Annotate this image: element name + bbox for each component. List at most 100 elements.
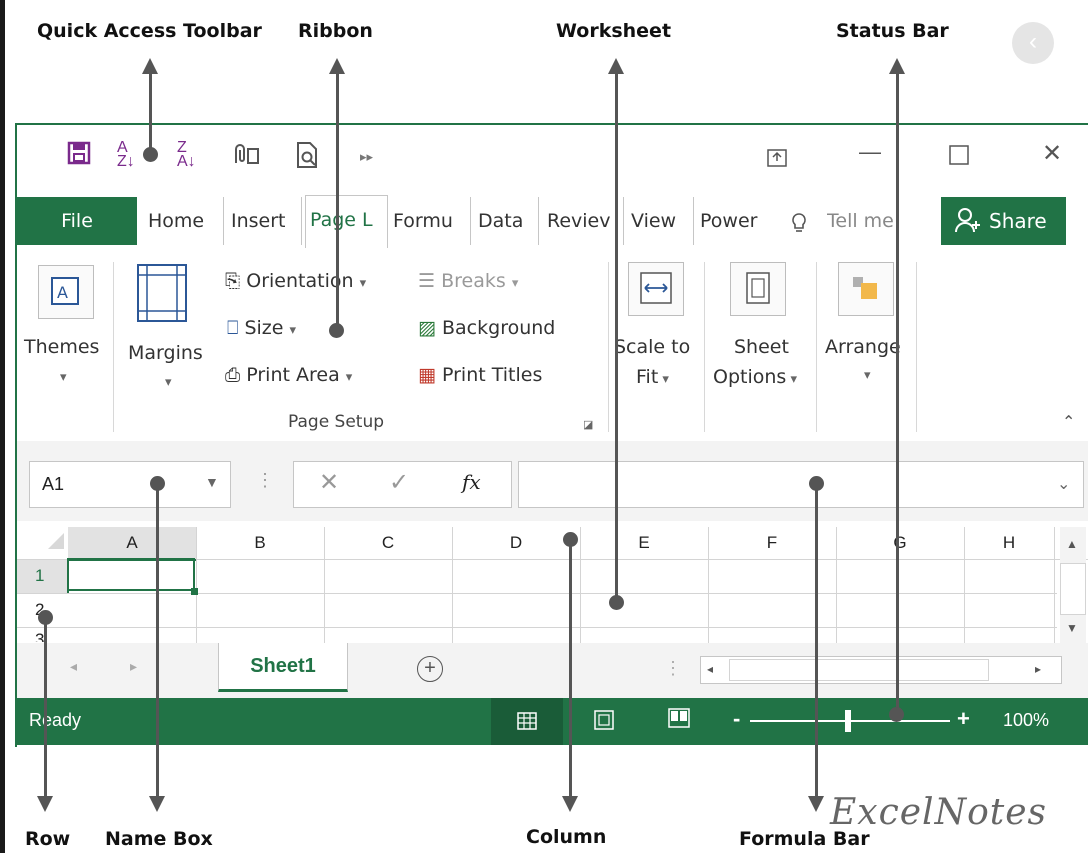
size-label: Size	[244, 317, 284, 339]
row-header[interactable]: 1	[35, 566, 44, 586]
zoom-out-button[interactable]: -	[733, 706, 740, 732]
themes-dropdown-icon[interactable]: ▾	[60, 370, 67, 385]
tab-split-grip-icon[interactable]: ⋮	[664, 658, 682, 679]
print-titles-button[interactable]: ▦ Print Titles	[418, 364, 542, 386]
page-setup-launcher-icon[interactable]: ◪	[583, 418, 593, 431]
page-break-view-icon[interactable]	[668, 708, 690, 733]
enter-icon[interactable]: ✓	[389, 468, 409, 497]
print-area-icon: ⎙	[225, 364, 241, 386]
insert-function-icon[interactable]: fx	[462, 470, 481, 494]
tab-insert[interactable]: Insert	[231, 197, 302, 245]
scroll-down-icon[interactable]: ▼	[1066, 621, 1078, 635]
lightbulb-icon	[791, 197, 811, 245]
tab-review[interactable]: Reviev	[547, 197, 624, 245]
save-icon[interactable]	[67, 141, 91, 171]
tab-page-layout[interactable]: Page L	[305, 195, 388, 248]
select-all-icon[interactable]	[48, 533, 64, 549]
fill-handle[interactable]	[191, 588, 198, 595]
page-layout-view-icon[interactable]	[594, 710, 614, 735]
sort-descending-icon[interactable]: Z A↓	[177, 140, 196, 170]
label-status-bar: Status Bar	[836, 20, 949, 42]
scroll-right-icon[interactable]: ▸	[1035, 662, 1041, 676]
column-header[interactable]: C	[324, 533, 452, 553]
column-divider	[1054, 527, 1055, 643]
tab-home[interactable]: Home	[148, 197, 224, 245]
minimize-icon[interactable]: —	[859, 139, 881, 165]
left-edge-bar	[0, 0, 5, 853]
background-icon: ▨	[418, 317, 436, 339]
group-separator	[704, 262, 705, 432]
sort-ascending-icon[interactable]: A Z↓	[117, 140, 135, 170]
label-quick-access-toolbar: Quick Access Toolbar	[37, 20, 262, 42]
column-header[interactable]: G	[836, 533, 964, 553]
column-header[interactable]: H	[964, 533, 1054, 553]
ribbon-display-options-icon[interactable]	[767, 147, 787, 173]
row-divider	[17, 593, 1057, 594]
size-icon: ⎕	[227, 317, 239, 339]
zoom-in-button[interactable]: +	[957, 706, 970, 732]
scroll-thumb[interactable]	[1060, 563, 1086, 615]
arrange-icon[interactable]	[838, 262, 894, 316]
arrow-head-down	[149, 796, 165, 812]
sheet-options-button[interactable]: Sheet	[734, 336, 789, 358]
margins-icon[interactable]	[132, 263, 194, 330]
zoom-slider-thumb[interactable]	[845, 710, 851, 732]
active-cell-a1[interactable]	[67, 558, 195, 591]
arrange-dropdown-icon[interactable]: ▾	[864, 368, 871, 383]
expand-formula-bar-icon[interactable]: ⌄	[1057, 474, 1070, 494]
scale-to-fit-icon[interactable]	[628, 262, 684, 316]
size-button[interactable]: ⎕ Size ▾	[227, 317, 296, 339]
arrow-line	[896, 72, 899, 714]
name-box-dropdown-icon[interactable]: ▼	[205, 474, 219, 490]
horizontal-scrollbar[interactable]: ◂ ▸	[700, 656, 1062, 684]
back-circle-icon[interactable]: ‹	[1012, 22, 1054, 64]
tab-formulas[interactable]: Formu	[393, 197, 471, 245]
margins-button[interactable]: Margins	[128, 342, 203, 364]
cancel-icon[interactable]: ✕	[319, 468, 339, 497]
column-header[interactable]: D	[452, 533, 580, 553]
column-header[interactable]: B	[196, 533, 324, 553]
next-sheet-icon[interactable]: ▸	[130, 658, 137, 675]
column-divider	[196, 527, 197, 643]
zoom-level[interactable]: 100%	[1003, 710, 1049, 731]
attach-icon[interactable]	[232, 141, 262, 175]
options-label[interactable]: Options ▾	[713, 366, 797, 388]
vertical-scrollbar[interactable]: ▲ ▼	[1060, 527, 1086, 643]
print-preview-icon[interactable]	[295, 141, 321, 175]
tab-view[interactable]: View	[631, 197, 694, 245]
arrange-button[interactable]: Arrange	[825, 336, 901, 358]
print-area-button[interactable]: ⎙ Print Area ▾	[225, 364, 352, 386]
more-commands-icon[interactable]: ▸▸	[360, 149, 373, 165]
fit-label[interactable]: Fit ▾	[636, 366, 669, 388]
themes-button[interactable]: Themes	[24, 336, 99, 358]
themes-icon[interactable]: A	[38, 265, 94, 319]
formula-input[interactable]: ⌄	[518, 461, 1084, 508]
tab-data[interactable]: Data	[478, 197, 539, 245]
tab-file[interactable]: File	[17, 197, 137, 245]
name-box[interactable]: A1 ▼	[29, 461, 231, 508]
column-header[interactable]: A	[68, 533, 196, 553]
margins-dropdown-icon[interactable]: ▾	[165, 375, 172, 390]
scroll-left-icon[interactable]: ◂	[707, 662, 713, 676]
sheet-options-icon[interactable]	[730, 262, 786, 316]
orientation-button[interactable]: ⎘ Orientation ▾	[225, 270, 366, 292]
group-separator	[916, 262, 917, 432]
arrow-line	[615, 72, 618, 602]
collapse-ribbon-icon[interactable]: ⌃	[1062, 412, 1075, 431]
column-header[interactable]: E	[580, 533, 708, 553]
new-sheet-icon[interactable]: +	[417, 656, 443, 682]
normal-view-button[interactable]	[491, 698, 563, 745]
tell-me-search[interactable]: Tell me	[827, 197, 907, 245]
maximize-icon[interactable]	[949, 145, 969, 171]
prev-sheet-icon[interactable]: ◂	[70, 658, 77, 675]
share-button[interactable]: Share	[941, 197, 1066, 245]
background-button[interactable]: ▨ Background	[418, 317, 555, 339]
horizontal-scroll-thumb[interactable]	[729, 659, 989, 681]
scale-to-fit-button[interactable]: Scale to	[614, 336, 690, 358]
scroll-up-icon[interactable]: ▲	[1066, 537, 1078, 551]
breaks-button[interactable]: ☰ Breaks ▾	[418, 270, 518, 292]
sheet-tab-sheet1[interactable]: Sheet1	[218, 643, 348, 692]
tab-power[interactable]: Power	[700, 197, 768, 245]
orientation-icon: ⎘	[225, 270, 241, 292]
close-icon[interactable]: ✕	[1042, 139, 1062, 168]
